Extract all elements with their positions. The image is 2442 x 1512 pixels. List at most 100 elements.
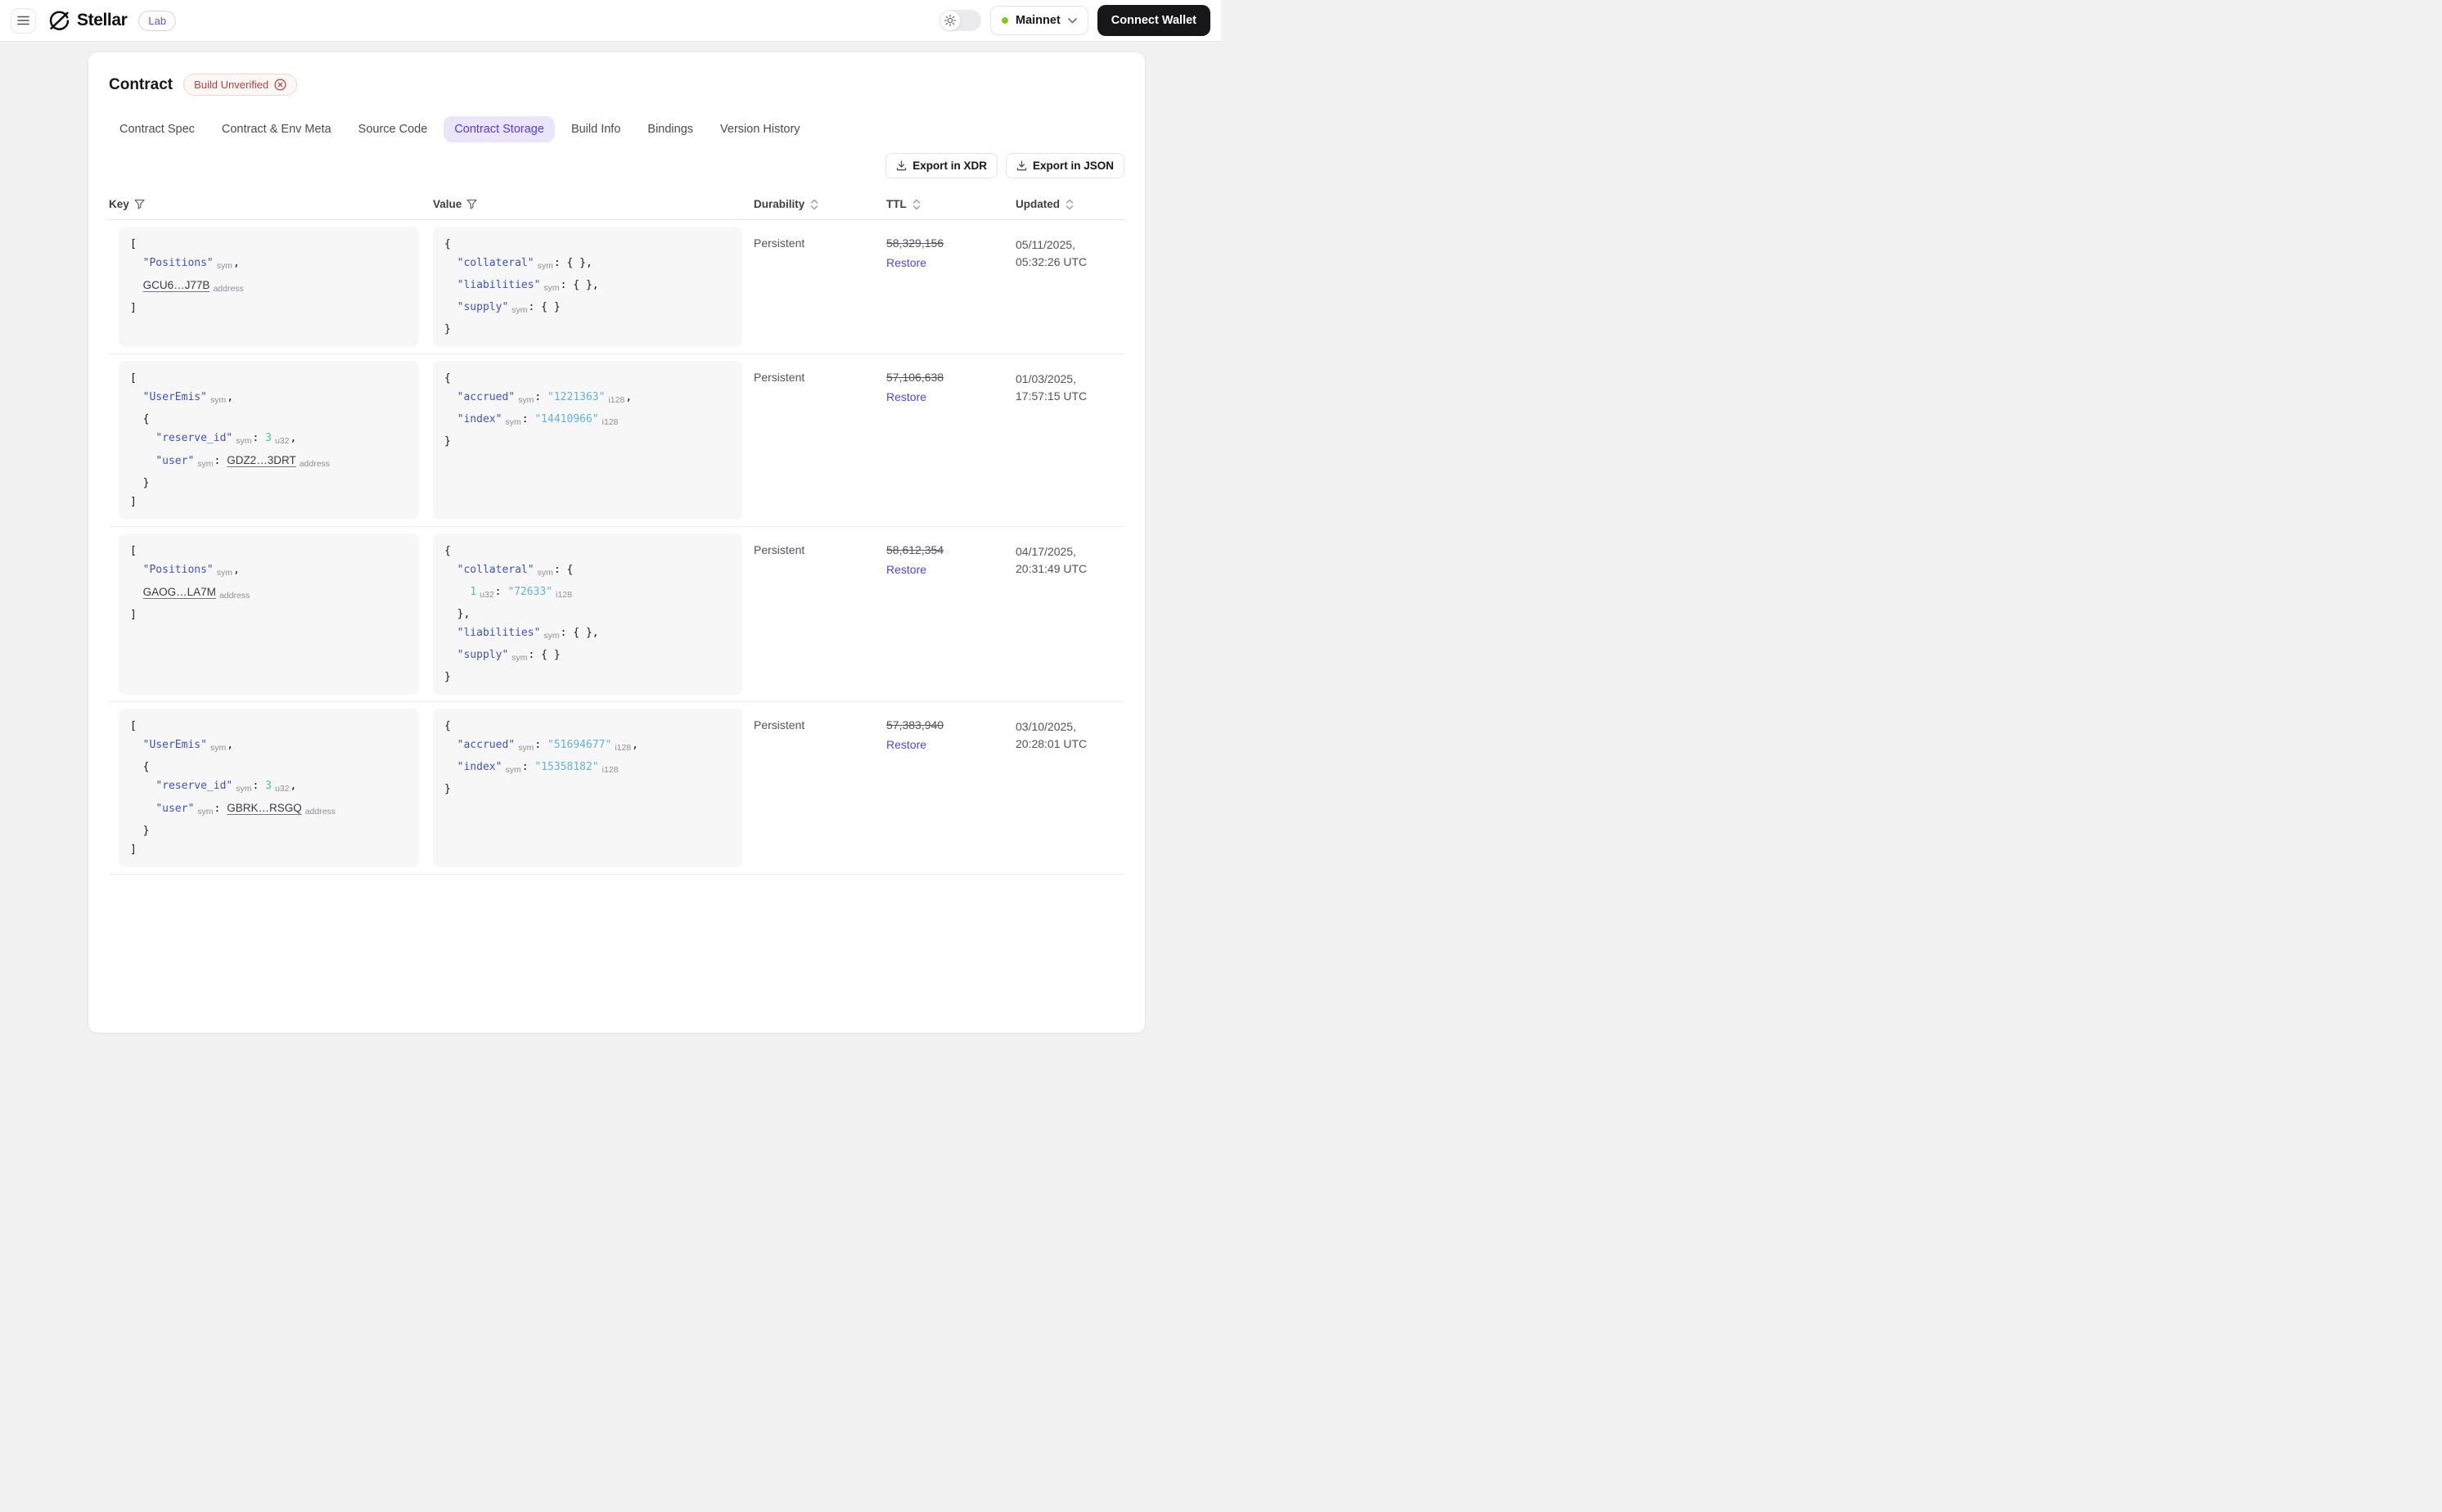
brand-name: Stellar [77, 11, 128, 29]
sort-icon[interactable] [809, 199, 819, 210]
column-header-value[interactable]: Value [433, 190, 754, 219]
code-line: } [130, 821, 408, 840]
code-punct [444, 279, 457, 291]
tab-version-history[interactable]: Version History [710, 116, 811, 142]
code-line: "UserEmis" sym, [130, 736, 408, 758]
code-key: "collateral" [457, 257, 534, 269]
connect-wallet-button[interactable]: Connect Wallet [1097, 5, 1210, 36]
key-cell: [ "UserEmis" sym, { "reserve_id" sym: 3 u32… [109, 702, 433, 874]
restore-link[interactable]: Restore [886, 256, 1016, 269]
code-line: "Positions" sym, [130, 560, 408, 583]
code-type-label: sym [537, 568, 553, 578]
ttl-cell: 57,106,638 Restore [886, 354, 1016, 526]
stellar-logo-icon [48, 10, 70, 32]
code-punct: : [214, 803, 228, 815]
code-punct [130, 257, 143, 269]
tab-build-info[interactable]: Build Info [561, 116, 631, 142]
tab-contract-storage[interactable]: Contract Storage [444, 116, 555, 142]
address-link[interactable]: GDZ2…3DRT [227, 454, 296, 466]
code-line: } [444, 780, 731, 799]
build-unverified-badge[interactable]: Build Unverified [183, 74, 298, 96]
code-key: "accrued" [457, 391, 516, 403]
column-header-ttl[interactable]: TTL [886, 190, 1016, 219]
code-punct: { [130, 413, 150, 425]
code-key: "index" [457, 413, 502, 425]
code-punct: [ [130, 545, 137, 557]
code-line: ] [130, 493, 408, 511]
code-line: "reserve_id" sym: 3 u32, [130, 776, 408, 799]
brand-logo[interactable]: Stellar Lab [48, 10, 177, 32]
code-line: { [130, 758, 408, 776]
code-punct: : [252, 780, 266, 792]
code-line: { [444, 542, 731, 560]
theme-toggle[interactable] [939, 10, 982, 31]
value-code-block: { "accrued" sym: "1221363" i128, "index" sy… [433, 361, 742, 520]
code-key: "supply" [457, 301, 509, 313]
code-type-label: sym [197, 807, 214, 817]
code-punct: : [252, 432, 266, 444]
code-punct: : [534, 391, 548, 403]
code-line: "user" sym: GDZ2…3DRT address [130, 451, 408, 474]
value-cell: { "accrued" sym: "51694677" i128, "index" s… [433, 702, 754, 874]
code-punct: : { } [528, 301, 561, 313]
code-type-label: sym [236, 784, 252, 794]
code-type-label: address [213, 284, 244, 294]
storage-table-row: [ "UserEmis" sym, { "reserve_id" sym: 3 u32… [109, 702, 1124, 875]
code-punct: , [290, 780, 297, 792]
address-link[interactable]: GCU6…J77B [143, 279, 210, 291]
code-line: "user" sym: GBRK…RSGQ address [130, 799, 408, 821]
filter-icon[interactable] [466, 199, 477, 209]
sort-icon[interactable] [1065, 199, 1075, 210]
tab-source-code[interactable]: Source Code [348, 116, 439, 142]
code-line: "supply" sym: { } [444, 298, 731, 320]
menu-button[interactable] [11, 7, 36, 34]
key-cell: [ "UserEmis" sym, { "reserve_id" sym: 3 u32… [109, 354, 433, 526]
code-punct: } [444, 435, 451, 448]
circled-x-icon [274, 79, 286, 91]
code-punct [444, 627, 457, 639]
code-key: "index" [457, 761, 502, 773]
updated-date: 04/17/2025, [1016, 545, 1076, 558]
tab-contract-env-meta[interactable]: Contract & Env Meta [211, 116, 342, 142]
code-key: "user" [155, 455, 195, 467]
code-punct: } [444, 783, 451, 795]
filter-icon[interactable] [134, 199, 145, 209]
restore-link[interactable]: Restore [886, 563, 1016, 576]
key-code-block: [ "UserEmis" sym, { "reserve_id" sym: 3 u32… [119, 709, 419, 867]
export-xdr-button[interactable]: Export in XDR [885, 153, 998, 178]
code-line: "collateral" sym: { }, [444, 254, 731, 276]
key-cell: [ "Positions" sym, GCU6…J77B address] [109, 220, 433, 353]
column-header-key[interactable]: Key [109, 190, 433, 219]
address-link[interactable]: GAOG…LA7M [143, 586, 216, 598]
address-link[interactable]: GBRK…RSGQ [227, 802, 302, 814]
code-type-label: sym [518, 743, 534, 753]
code-punct: , [632, 739, 638, 751]
updated-date: 05/11/2025, [1016, 238, 1075, 251]
tab-contract-spec[interactable]: Contract Spec [109, 116, 205, 142]
code-type-label: i128 [601, 417, 619, 427]
code-type-label: sym [505, 417, 521, 427]
code-punct: } [444, 671, 451, 683]
code-key: "Positions" [142, 257, 214, 269]
tab-bindings[interactable]: Bindings [637, 116, 704, 142]
code-punct: : [521, 761, 535, 773]
column-header-updated[interactable]: Updated [1016, 190, 1124, 219]
network-select[interactable]: Mainnet [990, 6, 1088, 35]
restore-link[interactable]: Restore [886, 738, 1016, 751]
code-type-label: sym [210, 743, 227, 753]
key-code-block: [ "Positions" sym, GCU6…J77B address] [119, 227, 419, 347]
sort-icon[interactable] [912, 199, 921, 210]
code-key: "UserEmis" [142, 391, 207, 403]
code-punct [130, 739, 143, 751]
chevron-down-icon [1067, 17, 1077, 24]
export-json-button[interactable]: Export in JSON [1005, 153, 1124, 178]
restore-link[interactable]: Restore [886, 390, 1016, 403]
column-header-durability[interactable]: Durability [754, 190, 886, 219]
code-key: "reserve_id" [155, 780, 233, 792]
code-line: "UserEmis" sym, [130, 388, 408, 410]
export-toolbar: Export in XDR Export in JSON [109, 153, 1124, 178]
code-line: } [444, 432, 731, 451]
code-punct [444, 413, 457, 425]
code-punct: : [521, 413, 535, 425]
code-punct [444, 564, 457, 576]
